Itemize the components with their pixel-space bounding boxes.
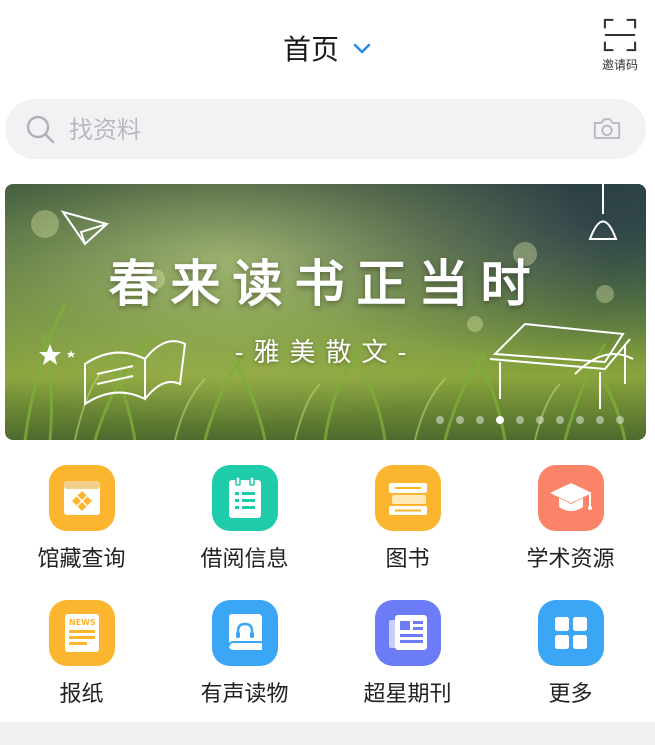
section-divider: [0, 722, 655, 745]
chevron-down-icon[interactable]: [352, 41, 372, 55]
search-input[interactable]: [67, 111, 571, 149]
borrow-info-icon: [211, 465, 278, 531]
grid-item-label: 超星期刊: [363, 682, 452, 707]
carousel-dot[interactable]: [556, 416, 564, 424]
grid-item-audiobooks[interactable]: 有声读物: [163, 600, 326, 708]
svg-text:NEWS: NEWS: [69, 618, 96, 627]
carousel-dot[interactable]: [596, 416, 604, 424]
carousel-dot[interactable]: [476, 416, 484, 424]
library-collection-icon: [48, 465, 115, 531]
grid-item-label: 借阅信息: [200, 547, 289, 572]
books-icon: [374, 465, 441, 531]
promo-banner[interactable]: 春来读书正当时 -雅美散文-: [5, 184, 646, 440]
grid-item-newspaper[interactable]: NEWS 报纸: [0, 600, 163, 708]
carousel-dot[interactable]: [496, 416, 504, 424]
grid-item-more[interactable]: 更多: [489, 600, 652, 708]
carousel-indicator[interactable]: [436, 416, 624, 424]
camera-icon[interactable]: [592, 116, 622, 141]
carousel-dot[interactable]: [456, 416, 464, 424]
grid-item-library-catalog[interactable]: 馆藏查询: [0, 465, 163, 573]
grid-item-academic-resources[interactable]: 学术资源: [489, 465, 652, 573]
grid-item-borrow-info[interactable]: 借阅信息: [163, 465, 326, 573]
journal-icon: [374, 600, 441, 666]
invite-code-label: 邀请码: [601, 58, 638, 72]
grid-item-label: 有声读物: [200, 682, 289, 707]
grid-item-label: 报纸: [59, 682, 104, 707]
grid-item-label: 馆藏查询: [37, 547, 126, 572]
search-icon: [26, 115, 55, 144]
grid-item-label: 更多: [548, 682, 593, 707]
grid-more-icon: [537, 600, 604, 666]
carousel-dot[interactable]: [436, 416, 444, 424]
carousel-dot[interactable]: [576, 416, 584, 424]
graduation-cap-icon: [537, 465, 604, 531]
banner-title: 春来读书正当时: [108, 254, 543, 313]
carousel-dot[interactable]: [516, 416, 524, 424]
audiobook-icon: [211, 600, 278, 666]
carousel-dot[interactable]: [616, 416, 624, 424]
carousel-dot[interactable]: [536, 416, 544, 424]
top-bar: 首页 邀请码: [0, 0, 655, 95]
grid-item-label: 图书: [385, 547, 430, 572]
grid-item-books[interactable]: 图书: [326, 465, 489, 573]
page-title[interactable]: 首页: [283, 28, 339, 68]
invite-code-button[interactable]: 邀请码: [595, 18, 645, 73]
grid-item-label: 学术资源: [526, 547, 615, 572]
newspaper-icon: NEWS: [48, 600, 115, 666]
banner-subtitle: -雅美散文-: [234, 338, 417, 368]
page-title-group[interactable]: 首页: [0, 28, 655, 68]
scan-icon: [603, 18, 637, 52]
search-bar[interactable]: [5, 99, 646, 159]
grid-item-chaoxing-journals[interactable]: 超星期刊: [326, 600, 489, 708]
